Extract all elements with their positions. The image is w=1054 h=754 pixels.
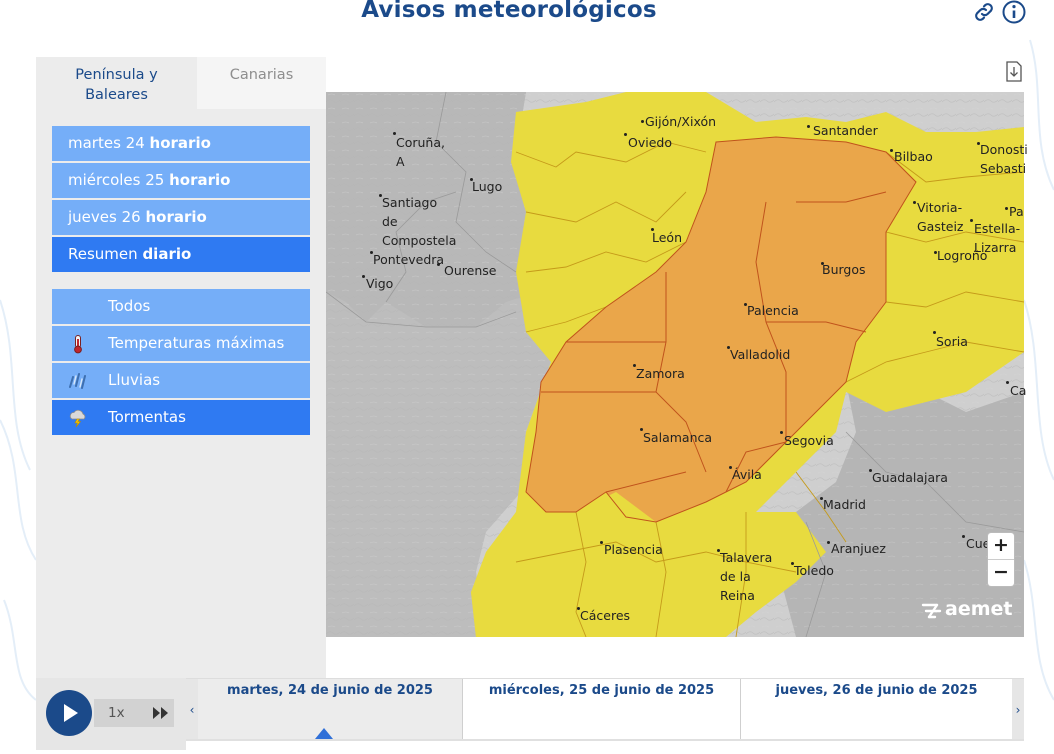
day-label: Resumen	[68, 245, 138, 263]
city-label: Zamora	[636, 366, 685, 381]
city-label: Aranjuez	[831, 541, 886, 556]
day-item-jueves[interactable]: jueves 26 horario	[52, 200, 310, 235]
day-label: jueves 26	[68, 208, 141, 226]
day-selector: martes 24 horario miércoles 25 horario j…	[52, 126, 310, 274]
play-icon	[64, 704, 78, 722]
city-label: Logroño	[937, 248, 988, 263]
rain-icon	[69, 373, 86, 389]
link-icon[interactable]	[972, 0, 996, 24]
info-icon[interactable]	[1002, 0, 1026, 24]
page-header: Avisos meteorológicos	[0, 0, 1054, 40]
day-label: miércoles 25	[68, 171, 165, 189]
download-icon[interactable]	[1005, 61, 1023, 82]
city-label: Ca	[1010, 383, 1027, 398]
city-label: Valladolid	[730, 347, 791, 362]
type-item-todos[interactable]: Todos	[52, 289, 310, 324]
city-dot	[780, 431, 783, 434]
city-label: Burgos	[822, 262, 866, 277]
aemet-logo: aemet	[921, 598, 1013, 622]
city-label: Talavera de la Reina	[720, 550, 773, 603]
timeline-day-jueves[interactable]: jueves, 26 de junio de 2025	[741, 679, 1012, 741]
timeline-day-miercoles[interactable]: miércoles, 25 de junio de 2025	[463, 679, 740, 741]
city-label: Donosti Sebasti	[980, 142, 1028, 176]
city-label: Pontevedra	[373, 252, 445, 267]
animation-player: 1x	[36, 678, 186, 750]
city-label: Soria	[936, 334, 968, 349]
day-item-resumen[interactable]: Resumen diario	[52, 237, 310, 272]
city-dot	[641, 120, 644, 123]
thermometer-icon	[74, 335, 82, 354]
city-label: Santander	[813, 123, 878, 138]
city-label: Cáceres	[580, 608, 631, 623]
type-item-tormentas[interactable]: Tormentas	[52, 400, 310, 435]
city-dot	[600, 541, 603, 544]
city-label: Bilbao	[894, 149, 933, 164]
city-label: Toledo	[794, 563, 834, 578]
city-dot	[807, 125, 810, 128]
timeline: ‹ martes, 24 de junio de 2025 miércoles,…	[186, 678, 1024, 741]
timeline-prev-button[interactable]: ‹	[186, 679, 198, 741]
city-dot	[624, 133, 627, 136]
day-mode: horario	[145, 208, 207, 226]
type-label: Lluvias	[108, 371, 161, 389]
timeline-next-button[interactable]: ›	[1012, 679, 1024, 741]
city-label: Santiago de Compostela	[382, 195, 457, 248]
city-label: Cue	[966, 536, 991, 551]
sidebar: Península y Baleares Canarias martes 24 …	[36, 57, 326, 678]
city-label: Ourense	[444, 263, 497, 278]
speed-selector[interactable]: 1x	[108, 705, 125, 721]
city-dot	[437, 263, 440, 266]
city-dot	[962, 535, 965, 538]
day-mode: horario	[169, 171, 231, 189]
zoom-in-button[interactable]: +	[988, 533, 1014, 559]
speed-control: 1x	[94, 699, 174, 727]
city-dot	[827, 541, 830, 544]
type-item-temperaturas[interactable]: Temperaturas máximas	[52, 326, 310, 361]
city-label: Plasencia	[604, 542, 663, 557]
city-dot	[913, 201, 916, 204]
fast-forward-icon[interactable]	[152, 706, 170, 720]
city-label: Oviedo	[628, 135, 672, 150]
zoom-out-button[interactable]: −	[988, 559, 1014, 585]
day-item-miercoles[interactable]: miércoles 25 horario	[52, 163, 310, 198]
page-title: Avisos meteorológicos	[361, 0, 657, 23]
type-label: Todos	[108, 297, 151, 315]
city-label: Pa	[1009, 204, 1024, 219]
city-label: Coruña, A	[396, 135, 445, 169]
city-label: Lugo	[472, 179, 503, 194]
zoom-control: + −	[988, 533, 1014, 586]
day-label: martes 24	[68, 134, 145, 152]
phenomenon-selector: Todos Temperaturas máximas Lluvias Torme…	[52, 289, 310, 437]
day-mode: horario	[149, 134, 211, 152]
type-label: Temperaturas máximas	[108, 334, 285, 352]
timeline-position-marker[interactable]	[315, 728, 333, 739]
storm-icon	[69, 409, 86, 428]
city-label: Palencia	[747, 303, 799, 318]
city-label: Gijón/Xixón	[645, 114, 717, 129]
city-label: Madrid	[823, 497, 866, 512]
city-label: Salamanca	[643, 430, 713, 445]
city-label: Vitoria- Gasteiz	[917, 200, 964, 234]
day-mode: diario	[142, 245, 192, 263]
aemet-logo-icon	[921, 603, 942, 619]
play-button[interactable]	[46, 690, 92, 736]
city-dot	[1006, 381, 1009, 384]
timeline-track	[186, 739, 1024, 741]
tab-canarias[interactable]: Canarias	[197, 57, 326, 109]
city-label: León	[652, 230, 683, 245]
city-dot	[890, 149, 893, 152]
tab-peninsula[interactable]: Península y Baleares	[36, 57, 197, 109]
city-label: Vigo	[366, 276, 394, 291]
city-dot	[362, 275, 365, 278]
aemet-logo-text: aemet	[945, 598, 1013, 620]
city-label: Segovia	[784, 433, 834, 448]
region-tabs: Península y Baleares Canarias	[36, 57, 326, 109]
day-item-martes[interactable]: martes 24 horario	[52, 126, 310, 161]
city-label: Guadalajara	[872, 470, 948, 485]
type-item-lluvias[interactable]: Lluvias	[52, 363, 310, 398]
city-label: Ávila	[732, 467, 762, 482]
type-label: Tormentas	[108, 408, 186, 426]
city-dot	[970, 219, 973, 222]
city-dot	[1005, 207, 1008, 210]
